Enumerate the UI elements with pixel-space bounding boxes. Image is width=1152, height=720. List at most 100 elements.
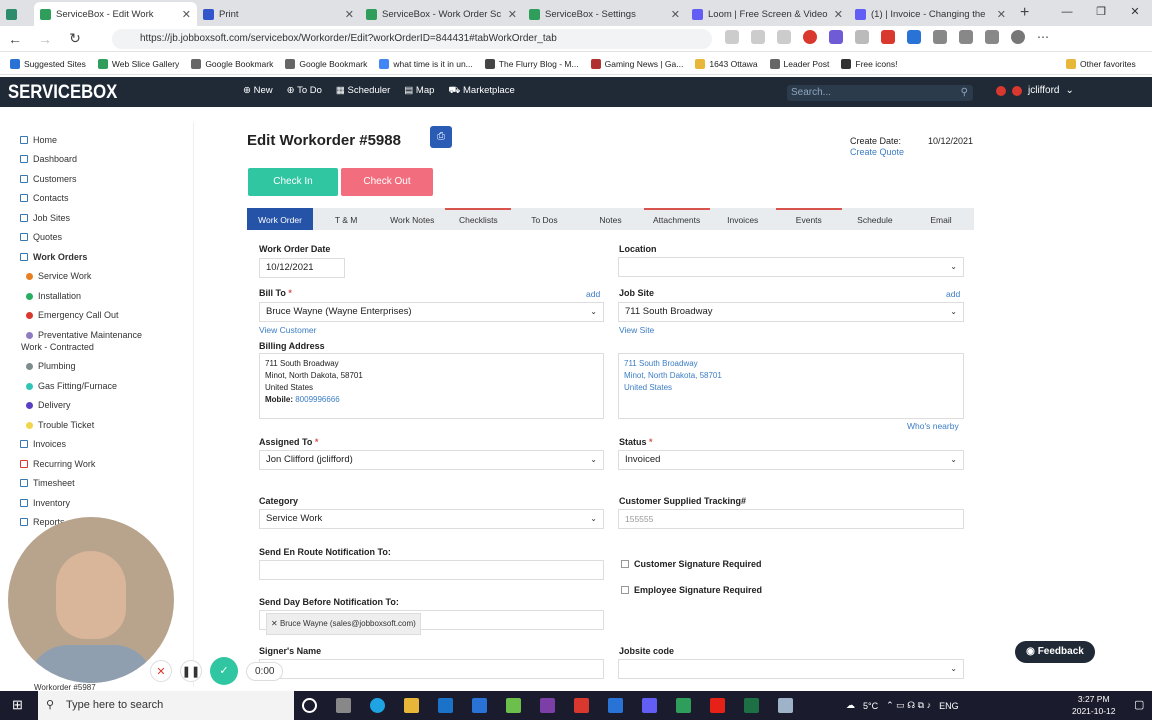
browser-tab-loom[interactable]: Loom | Free Screen & Video ✕ [686,2,849,26]
puzzle-icon[interactable] [933,30,947,44]
extension-icon[interactable] [829,30,843,44]
bookmark-item[interactable]: Google Bookmark [191,58,273,69]
collections-icon[interactable] [985,30,999,44]
tab-email[interactable]: Email [908,208,974,230]
status-select[interactable]: Invoiced ⌄ [618,450,964,470]
nav-marketplace[interactable]: ⛟ Marketplace [448,85,514,97]
close-icon[interactable]: ✕ [671,8,680,21]
sidebar-wotype-pm[interactable]: Preventative Maintenance [26,330,142,340]
tab-checklists[interactable]: Checklists [445,208,512,230]
app-icon[interactable] [608,698,623,713]
sidebar-wotype-emergency[interactable]: Emergency Call Out [26,310,119,320]
sidebar-item-customers[interactable]: Customers [20,174,77,184]
file-explorer-icon[interactable] [404,698,419,713]
address-line[interactable]: United States [624,382,958,394]
close-icon[interactable]: ✕ [997,8,1006,21]
browser-tab-profile[interactable] [0,2,34,26]
bookmark-item[interactable]: Google Bookmark [285,58,367,69]
view-customer-link[interactable]: View Customer [259,325,316,335]
employee-signature-checkbox[interactable]: Employee Signature Required [621,585,762,595]
forward-icon[interactable]: → [30,31,60,47]
window-close-icon[interactable]: ✕ [1118,0,1152,24]
close-icon[interactable]: ✕ [508,8,517,21]
alert-badge[interactable] [1012,85,1022,96]
maximize-icon[interactable]: ❐ [1084,0,1118,24]
nav-new[interactable]: ⊕ New [243,85,273,97]
feedback-button[interactable]: ◉ Feedback [1015,641,1095,663]
sidebar-item-inventory[interactable]: Inventory [20,498,70,508]
language-indicator[interactable]: ENG [939,701,959,711]
notifications-icon[interactable]: ▢ [1134,698,1144,711]
mobile-link[interactable]: 8009996666 [295,395,340,404]
extension-icon[interactable] [907,30,921,44]
view-site-link[interactable]: View Site [619,325,654,335]
address-line[interactable]: 711 South Broadway [624,358,958,370]
jobsite-select[interactable]: 711 South Broadway ⌄ [618,302,964,322]
app-icon[interactable] [778,698,793,713]
address-line[interactable]: Minot, North Dakota, 58701 [624,370,958,382]
app-icon[interactable] [676,698,691,713]
notification-badge[interactable] [996,85,1006,96]
tab-notes[interactable]: Notes [577,208,643,230]
print-button[interactable]: ⎙ [430,126,452,148]
nav-map[interactable]: ▤ Map [404,85,434,97]
tab-schedule[interactable]: Schedule [842,208,908,230]
camera-icon[interactable] [751,30,765,44]
sidebar-wotype-plumbing[interactable]: Plumbing [26,361,76,371]
minimize-icon[interactable]: — [1050,0,1084,24]
windows-start-icon[interactable]: ⊞ [12,697,23,713]
bookmark-item[interactable]: Suggested Sites [10,58,86,69]
sidebar-wotype-trouble[interactable]: Trouble Ticket [26,420,94,430]
extension-icon[interactable] [881,30,895,44]
customer-signature-checkbox[interactable]: Customer Signature Required [621,559,762,569]
acrobat-icon[interactable] [574,698,589,713]
sidebar-wotype-pm-sub[interactable]: Work - Contracted [21,342,94,352]
tracking-input[interactable]: 155555 [618,509,964,529]
create-quote-link[interactable]: Create Quote [850,147,904,157]
user-menu[interactable]: jclifford ⌄ [996,85,1074,96]
bookmark-item[interactable]: what time is it in un... [379,58,473,69]
close-icon[interactable]: ✕ [345,8,354,21]
cancel-recording-icon[interactable]: ✕ [150,660,172,682]
check-in-button[interactable]: Check In [248,168,338,196]
sidebar-item-invoices[interactable]: Invoices [20,439,66,449]
tray-icons[interactable]: ⌃ ▭ ☊ ⧉ ♪ [886,700,931,711]
bookmark-item[interactable]: Gaming News | Ga... [590,58,683,69]
whos-nearby-link[interactable]: Who's nearby [907,421,959,431]
finish-recording-icon[interactable]: ✓ [210,657,238,685]
bookmark-item[interactable]: Free icons! [841,58,897,69]
browser-tab-settings[interactable]: ServiceBox - Settings ✕ [523,2,686,26]
tab-work-order[interactable]: Work Order [247,208,314,230]
recipient-tag[interactable]: ✕ Bruce Wayne (sales@jobboxsoft.com) [266,613,421,635]
task-view-icon[interactable] [336,698,351,713]
taskbar-clock[interactable]: 3:27 PM 2021-10-12 [1072,693,1115,717]
tab-attachments[interactable]: Attachments [643,208,710,230]
app-icon[interactable] [506,698,521,713]
sidebar-item-home[interactable]: Home [20,135,57,145]
servicebox-logo[interactable]: SERVICEBOX [8,82,117,104]
sidebar-item-dashboard[interactable]: Dashboard [20,154,77,164]
other-favorites[interactable]: Other favorites [1066,58,1136,69]
weather-temp[interactable]: 5°C [863,701,878,711]
sidebar-wotype-service[interactable]: Service Work [26,271,91,281]
location-select[interactable]: ⌄ [618,257,964,277]
youtube-icon[interactable] [710,698,725,713]
close-icon[interactable]: ✕ [182,8,191,21]
sidebar-item-timesheet[interactable]: Timesheet [20,478,75,488]
tab-events[interactable]: Events [775,208,842,230]
sidebar-item-quotes[interactable]: Quotes [20,232,62,242]
favorites-icon[interactable] [959,30,973,44]
add-billto-link[interactable]: add [586,289,600,299]
tab-invoices[interactable]: Invoices [710,208,776,230]
avatar[interactable] [1011,30,1025,44]
back-icon[interactable]: ← [0,31,30,47]
tab-t-and-m[interactable]: T & M [313,208,379,230]
vscode-icon[interactable] [472,698,487,713]
outlook-icon[interactable] [438,698,453,713]
assigned-select[interactable]: Jon Clifford (jclifford) ⌄ [259,450,604,470]
nav-todo[interactable]: ⊕ To Do [287,85,322,97]
bookmark-item[interactable]: The Flurry Blog - M... [484,58,579,69]
billto-select[interactable]: Bruce Wayne (Wayne Enterprises) ⌄ [259,302,604,322]
url-field[interactable]: https://jb.jobboxsoft.com/servicebox/Wor… [112,29,712,49]
add-jobsite-link[interactable]: add [946,289,960,299]
